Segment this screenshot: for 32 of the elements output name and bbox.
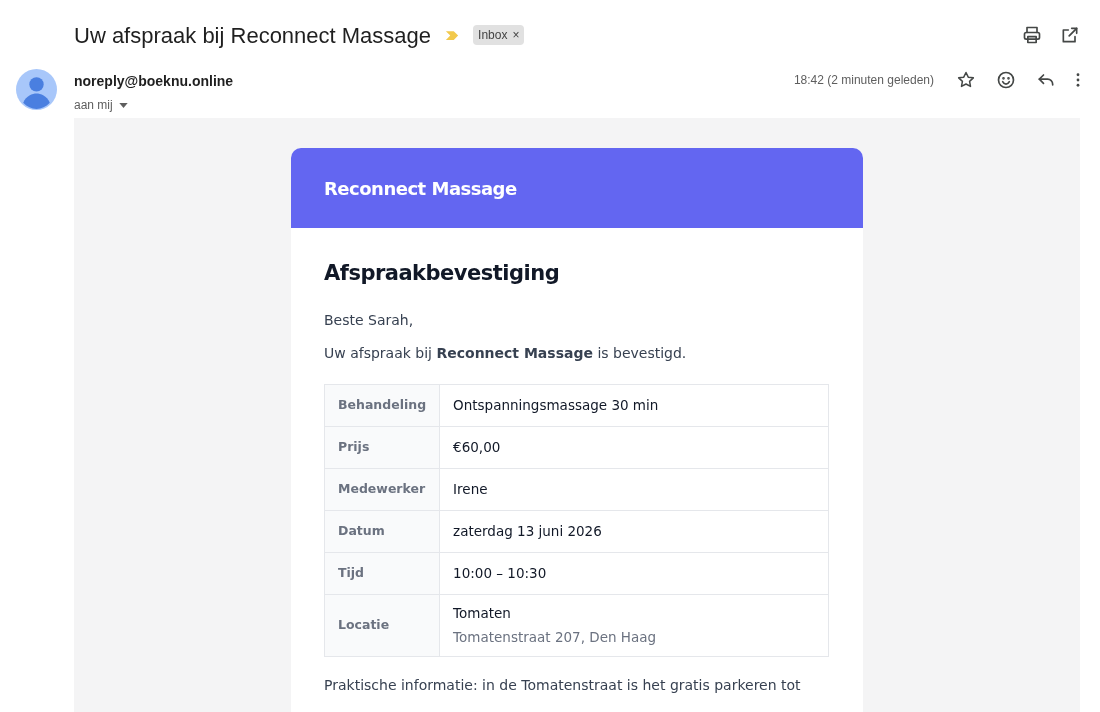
recipient-dropdown[interactable]: aan mij — [74, 96, 234, 114]
label-text: Inbox — [478, 27, 508, 44]
detail-value: Irene — [453, 479, 489, 499]
received-time: 18:42 (2 minuten geleden) — [793, 72, 934, 89]
confirmation-text: Uw afspraak bij Reconnect Massage is bevestigd. — [324, 343, 688, 363]
detail-label: Medewerker — [324, 468, 440, 510]
detail-value: zaterdag 13 juni 2026 — [453, 521, 603, 541]
print-icon[interactable] — [1022, 25, 1042, 45]
detail-value: Tomaten — [453, 604, 512, 624]
sender-address: noreply@boeknu.online — [74, 72, 234, 91]
emoji-icon[interactable] — [996, 70, 1016, 90]
avatar-icon — [16, 69, 57, 110]
greeting-text: Beste Sarah, — [324, 310, 415, 330]
importance-marker-icon[interactable] — [445, 29, 460, 41]
address-text: Tomatenstraat 207, Den Haag — [453, 627, 658, 647]
detail-label: Tijd — [324, 552, 440, 594]
caret-icon — [118, 102, 128, 108]
open-in-new-window-icon[interactable] — [1060, 25, 1080, 45]
more-options-icon[interactable] — [1076, 73, 1080, 87]
email-subject: Uw afspraak bij Reconnect Massage — [74, 21, 432, 50]
detail-label: Behandeling — [324, 384, 440, 426]
detail-value: Ontspanningsmassage 30 min — [453, 395, 660, 415]
brand-name: Reconnect Massage — [324, 176, 517, 201]
email-heading: Afspraakbevestiging — [324, 260, 561, 287]
detail-value: 10:00 – 10:30 — [453, 563, 548, 583]
practical-info-text: Praktische informatie: in de Tomatenstraat is het gratis parkeren tot — [324, 675, 802, 695]
star-icon[interactable] — [956, 70, 976, 90]
detail-label: Locatie — [324, 594, 440, 656]
detail-value: €60,00 — [453, 437, 502, 457]
detail-label: Prijs — [324, 426, 440, 468]
detail-label: Datum — [324, 510, 440, 552]
remove-label-button[interactable]: × — [512, 26, 520, 44]
